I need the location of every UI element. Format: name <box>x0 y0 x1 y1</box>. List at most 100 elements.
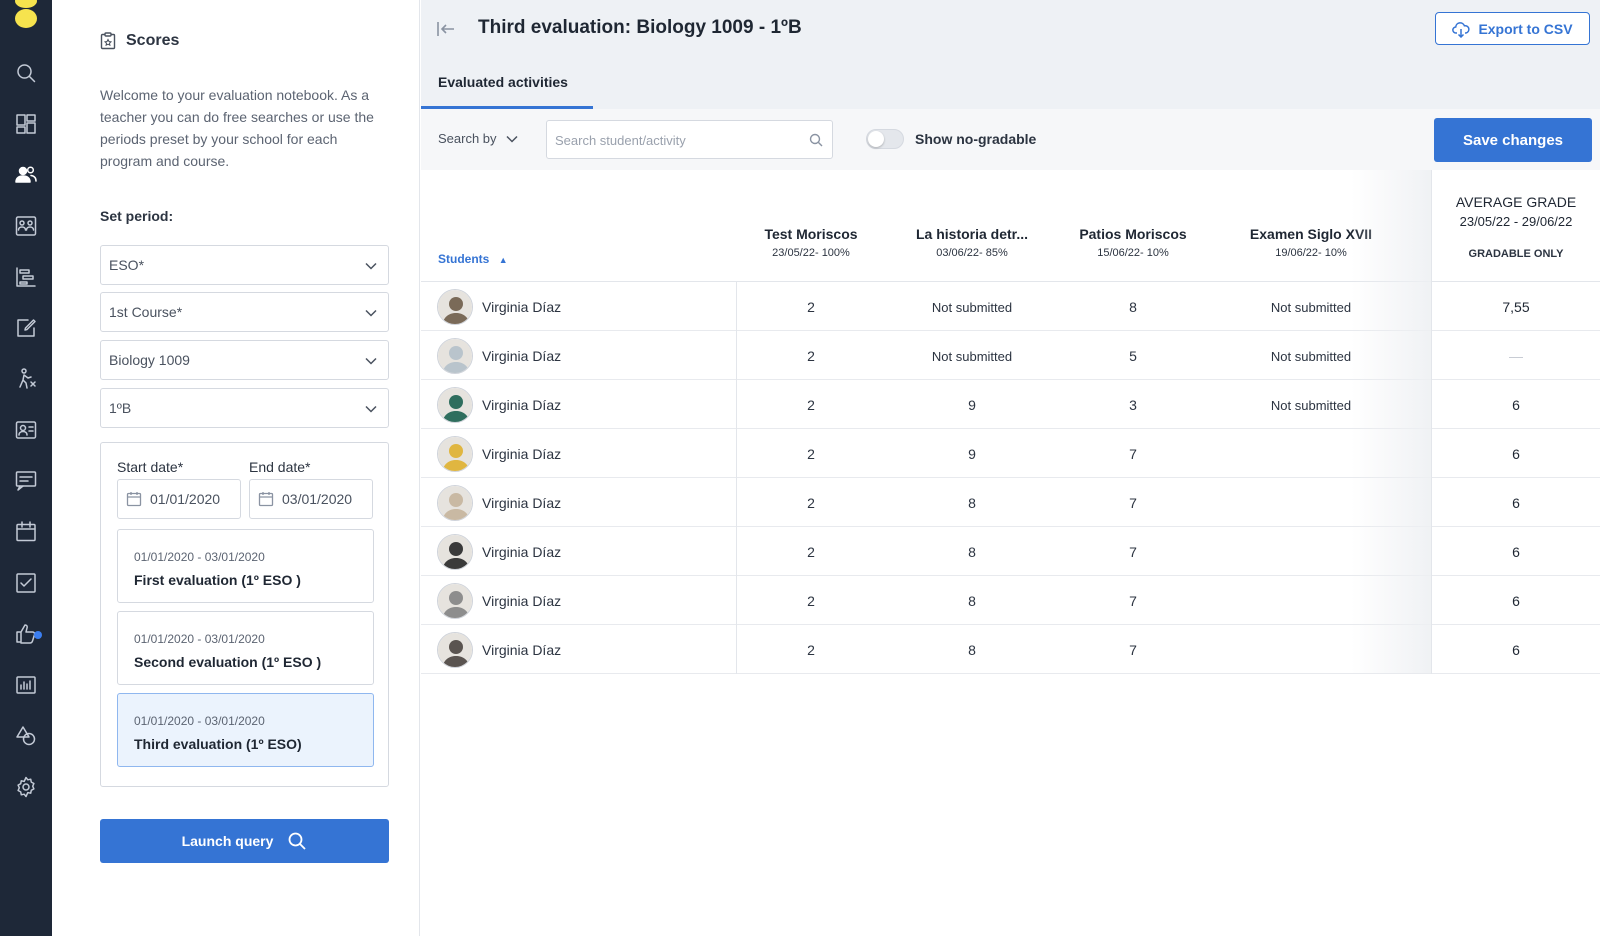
table-header: Students ▲ Test Moriscos 23/05/22- 100% … <box>421 170 1600 282</box>
grade-cell[interactable]: 8 <box>890 642 1054 658</box>
launch-query-button[interactable]: Launch query <box>100 819 389 863</box>
grade-cell[interactable]: 2 <box>729 446 893 462</box>
tab-evaluated-activities[interactable]: Evaluated activities <box>421 64 593 109</box>
average-grade-title: AVERAGE GRADE <box>1455 194 1577 210</box>
table-row: Virginia Díaz 2 9 7 6 <box>421 429 1600 478</box>
student-name[interactable]: Virginia Díaz <box>482 495 561 511</box>
activity-header[interactable]: Patios Moriscos 15/06/22- 10% <box>1051 226 1215 259</box>
grade-cell[interactable]: 8 <box>890 544 1054 560</box>
timeline-icon[interactable] <box>14 265 38 289</box>
activity-header[interactable]: Examen Siglo XVII 19/06/22- 10% <box>1229 226 1393 259</box>
activity-title: Test Moriscos <box>764 226 858 242</box>
program-select[interactable]: ESO* <box>100 245 389 285</box>
search-icon[interactable] <box>14 61 38 85</box>
grade-cell[interactable]: 5 <box>1051 348 1215 364</box>
date-range-box: Start date* End date* 01/01/2020 03/01/2… <box>100 442 389 787</box>
grade-cell[interactable]: 9 <box>890 397 1054 413</box>
grade-cell[interactable]: 7 <box>1051 642 1215 658</box>
start-date-input[interactable]: 01/01/2020 <box>117 479 241 519</box>
activity-meta: 23/05/22- 100% <box>772 247 850 259</box>
contacts-icon[interactable] <box>14 418 38 442</box>
grade-cell[interactable]: 2 <box>729 495 893 511</box>
messages-icon[interactable] <box>14 469 38 493</box>
student-name[interactable]: Virginia Díaz <box>482 593 561 609</box>
set-period-label: Set period: <box>100 208 174 224</box>
student-name[interactable]: Virginia Díaz <box>482 348 561 364</box>
students-column-header[interactable]: Students ▲ <box>438 252 508 266</box>
tasks-icon[interactable] <box>14 571 38 595</box>
grade-cell[interactable]: 2 <box>729 642 893 658</box>
dashboard-icon[interactable] <box>14 112 38 136</box>
grade-cell[interactable]: 3 <box>1051 397 1215 413</box>
settings-icon[interactable] <box>14 775 38 799</box>
search-input[interactable]: Search student/activity <box>546 120 833 159</box>
panel-title-text: Scores <box>126 32 180 49</box>
activity-meta: 03/06/22- 85% <box>936 247 1008 259</box>
grade-cell[interactable]: Not submitted <box>1229 349 1393 364</box>
student-name[interactable]: Virginia Díaz <box>482 446 561 462</box>
groups-icon[interactable] <box>14 214 38 238</box>
student-name[interactable]: Virginia Díaz <box>482 299 561 315</box>
grade-cell[interactable]: 2 <box>729 397 893 413</box>
grade-cell[interactable]: 8 <box>890 495 1054 511</box>
period-card-third[interactable]: 01/01/2020 - 03/01/2020 Third evaluation… <box>117 693 374 767</box>
activity-header[interactable]: Test Moriscos 23/05/22- 100% <box>729 226 893 259</box>
grade-cell[interactable]: 9 <box>890 446 1054 462</box>
student-name[interactable]: Virginia Díaz <box>482 397 561 413</box>
average-grade-cell: 6 <box>1431 429 1600 478</box>
student-name[interactable]: Virginia Díaz <box>482 544 561 560</box>
calendar-icon[interactable] <box>14 520 38 544</box>
grade-cell[interactable]: 2 <box>729 544 893 560</box>
grade-cell[interactable]: 7 <box>1051 446 1215 462</box>
activity-title: Examen Siglo XVII <box>1249 226 1373 242</box>
average-grade-header: AVERAGE GRADE 23/05/22 - 29/06/22 GRADAB… <box>1431 170 1600 282</box>
export-csv-button[interactable]: Export to CSV <box>1435 12 1590 45</box>
grade-cell[interactable]: 7 <box>1051 495 1215 511</box>
activity-header[interactable]: La historia detr... 03/06/22- 85% <box>890 226 1054 259</box>
grade-cell[interactable]: Not submitted <box>890 300 1054 315</box>
app-logo[interactable] <box>15 0 37 28</box>
grade-cell[interactable]: 2 <box>729 348 893 364</box>
stats-icon[interactable] <box>14 673 38 697</box>
shapes-icon[interactable] <box>14 724 38 748</box>
launch-query-label: Launch query <box>181 833 274 849</box>
table-row: Virginia Díaz 2 Not submitted 8 Not submitte… <box>421 282 1600 331</box>
chevron-down-icon <box>365 262 377 270</box>
edit-icon[interactable] <box>14 316 38 340</box>
avatar <box>437 534 473 570</box>
show-no-gradable-toggle[interactable] <box>866 129 904 149</box>
table-row: Virginia Díaz 2 8 7 6 <box>421 576 1600 625</box>
program-select-value: ESO* <box>109 257 145 273</box>
student-name[interactable]: Virginia Díaz <box>482 642 561 658</box>
subject-select-value: Biology 1009 <box>109 352 190 368</box>
activity-title: Patios Moriscos <box>1079 226 1187 242</box>
grade-cell[interactable]: Not submitted <box>1229 398 1393 413</box>
chevron-down-icon <box>506 135 518 143</box>
grade-cell[interactable]: Not submitted <box>890 349 1054 364</box>
grade-cell[interactable]: 2 <box>729 299 893 315</box>
grade-cell[interactable]: 8 <box>890 593 1054 609</box>
search-by-dropdown[interactable]: Search by <box>438 131 519 146</box>
users-icon[interactable] <box>14 163 38 187</box>
activity-meta: 19/06/22- 10% <box>1275 247 1347 259</box>
collapse-panel-icon[interactable] <box>436 20 456 38</box>
activity-icon[interactable] <box>14 367 38 391</box>
avatar <box>437 485 473 521</box>
activity-meta: 15/06/22- 10% <box>1097 247 1169 259</box>
period-card-second[interactable]: 01/01/2020 - 03/01/2020 Second evaluatio… <box>117 611 374 685</box>
course-select-value: 1st Course* <box>109 304 183 320</box>
grade-cell[interactable]: 7 <box>1051 544 1215 560</box>
course-select[interactable]: 1st Course* <box>100 292 389 332</box>
grade-cell[interactable]: 7 <box>1051 593 1215 609</box>
students-header-label: Students <box>438 252 490 266</box>
subject-select[interactable]: Biology 1009 <box>100 340 389 380</box>
grades-table: Students ▲ Test Moriscos 23/05/22- 100% … <box>421 170 1600 674</box>
save-changes-button[interactable]: Save changes <box>1434 118 1592 162</box>
grade-cell[interactable]: Not submitted <box>1229 300 1393 315</box>
group-select[interactable]: 1ºB <box>100 388 389 428</box>
grade-cell[interactable]: 2 <box>729 593 893 609</box>
grade-cell[interactable]: 8 <box>1051 299 1215 315</box>
end-date-input[interactable]: 03/01/2020 <box>249 479 373 519</box>
avatar <box>437 436 473 472</box>
period-card-first[interactable]: 01/01/2020 - 03/01/2020 First evaluation… <box>117 529 374 603</box>
